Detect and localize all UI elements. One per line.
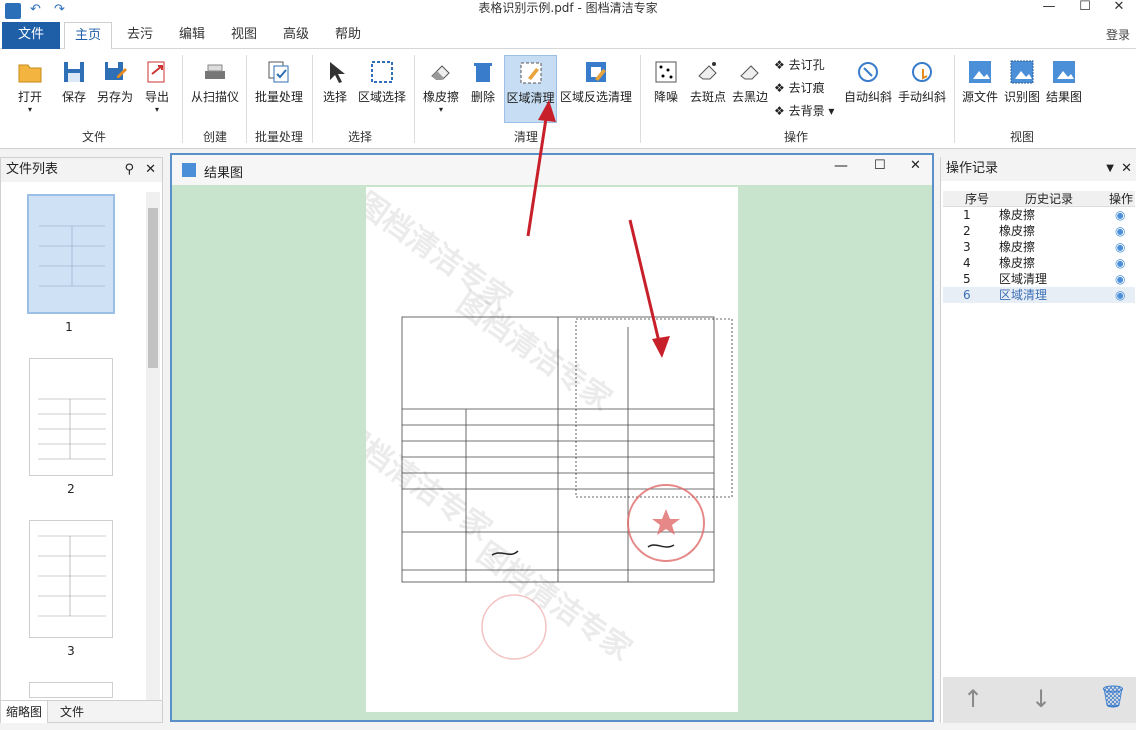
panel-close-icon[interactable]: ✕: [1121, 157, 1132, 181]
eye-icon[interactable]: ◉: [1115, 239, 1125, 255]
history-header: 操作记录 ▼ ✕: [941, 157, 1136, 181]
move-up-icon[interactable]: ↑: [963, 685, 983, 713]
history-row[interactable]: 5 区域清理 ◉: [943, 271, 1135, 287]
history-row[interactable]: 3 橡皮擦 ◉: [943, 239, 1135, 255]
eye-icon[interactable]: ◉: [1115, 255, 1125, 271]
history-row[interactable]: 2 橡皮擦 ◉: [943, 223, 1135, 239]
history-row-selected[interactable]: 6 区域清理 ◉: [943, 287, 1135, 303]
history-row[interactable]: 1 橡皮擦 ◉: [943, 207, 1135, 223]
history-header-row: 序号 历史记录 操作: [943, 191, 1135, 207]
eye-icon[interactable]: ◉: [1115, 287, 1125, 303]
eye-icon[interactable]: ◉: [1115, 223, 1125, 239]
history-toolbar: ↑ ↓ 🗑: [943, 677, 1136, 723]
move-down-icon[interactable]: ↓: [1031, 685, 1051, 713]
eye-icon[interactable]: ◉: [1115, 207, 1125, 223]
panel-menu-icon[interactable]: ▼: [1106, 157, 1114, 181]
history-row[interactable]: 4 橡皮擦 ◉: [943, 255, 1135, 271]
history-panel: 操作记录 ▼ ✕ 序号 历史记录 操作 1 橡皮擦 ◉ 2 橡皮擦 ◉ 3 橡皮擦 ◉ 4橡…: [940, 157, 1136, 723]
trash-icon[interactable]: 🗑: [1099, 685, 1127, 710]
history-table: 序号 历史记录 操作 1 橡皮擦 ◉ 2 橡皮擦 ◉ 3 橡皮擦 ◉ 4 橡皮擦 ◉ 5 区域清理…: [943, 191, 1135, 303]
eye-icon[interactable]: ◉: [1115, 271, 1125, 287]
